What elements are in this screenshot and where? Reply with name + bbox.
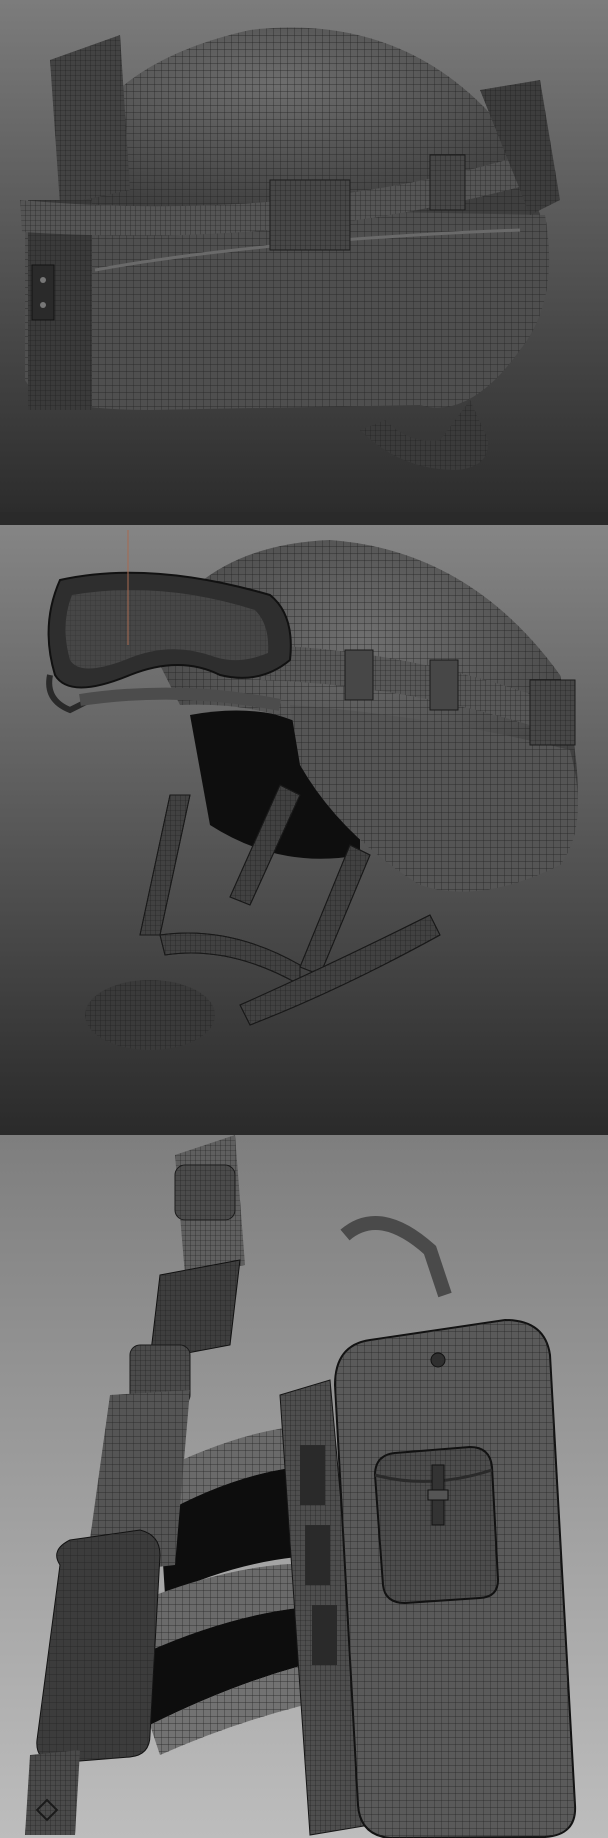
panel-helmet-side	[0, 0, 608, 512]
chin-cup	[85, 980, 215, 1050]
helmet-goggles-render	[0, 525, 608, 1135]
panel-helmet-goggles	[0, 525, 608, 1135]
snap-button	[430, 1352, 446, 1368]
panel-holster-rig	[0, 1135, 608, 1838]
mag-pouch	[373, 1445, 500, 1605]
divider-1	[0, 512, 608, 525]
holster-rig-render	[0, 1135, 608, 1838]
helmet-side-render	[0, 0, 608, 512]
